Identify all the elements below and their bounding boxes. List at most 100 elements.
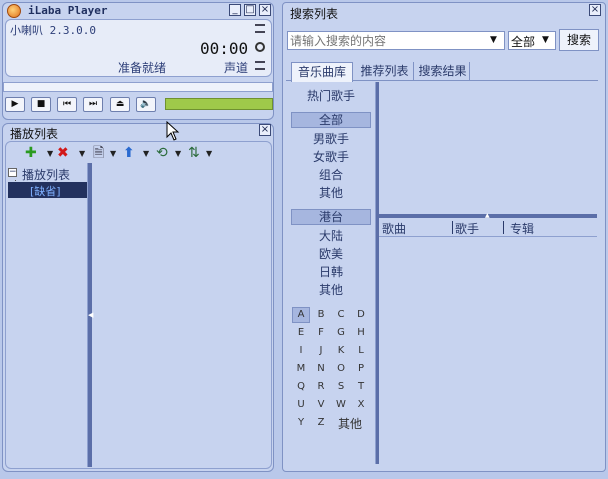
group2-header-label: 港台 xyxy=(318,210,343,224)
letter-p[interactable]: P xyxy=(354,363,368,374)
column-album[interactable]: 专辑 xyxy=(510,220,534,237)
letter-w[interactable]: W xyxy=(334,399,348,410)
search-small-icon[interactable] xyxy=(255,42,265,52)
search-input-field[interactable] xyxy=(288,32,484,49)
search-button-label: 搜索 xyxy=(566,33,591,47)
column-singer[interactable]: 歌手 xyxy=(455,220,479,237)
add-dropdown-icon[interactable]: ▼ xyxy=(47,149,53,158)
status-text: 准备就绪 xyxy=(118,61,167,75)
group1-header[interactable]: 全部 xyxy=(291,112,371,128)
previous-button[interactable]: ⏮ xyxy=(57,97,77,112)
sort-dropdown-icon[interactable]: ▼ xyxy=(206,149,212,158)
letter-d[interactable]: D xyxy=(354,309,368,320)
letter-v[interactable]: V xyxy=(314,399,328,410)
letter-o[interactable]: O xyxy=(334,363,348,374)
version-label: 小喇叭 2.3.0.0 xyxy=(10,24,96,37)
letter-h[interactable]: H xyxy=(354,327,368,338)
up-arrow-icon[interactable]: ⬆ xyxy=(123,145,135,161)
tab-recommended-label: 推荐列表 xyxy=(360,64,409,78)
letter-j[interactable]: J xyxy=(314,345,328,356)
search-input[interactable] xyxy=(287,31,505,50)
column-divider-2 xyxy=(503,221,504,234)
tab-search-results[interactable]: 搜索结果 xyxy=(416,62,470,81)
refresh-icon[interactable]: ⟲ xyxy=(156,145,168,161)
letter-n[interactable]: N xyxy=(314,363,328,374)
category-group[interactable]: 组合 xyxy=(290,166,372,183)
region-western[interactable]: 欧美 xyxy=(290,245,372,262)
column-divider-1 xyxy=(452,221,453,234)
volume-slider[interactable] xyxy=(165,98,273,110)
search-input-dropdown-icon[interactable]: ▼ xyxy=(490,35,497,45)
stop-button[interactable]: ■ xyxy=(31,97,51,112)
scope-select-value: 全部 xyxy=(511,35,536,49)
mouse-cursor-icon xyxy=(166,121,180,141)
search-close-button[interactable]: × xyxy=(589,4,601,16)
tree-child-label[interactable]: [缺省] xyxy=(30,183,61,199)
progress-bar[interactable] xyxy=(3,82,273,92)
letter-k[interactable]: K xyxy=(334,345,348,356)
splitter-arrow-icon[interactable]: ◀ xyxy=(88,311,93,319)
region-other[interactable]: 其他 xyxy=(290,281,372,298)
channel-label: 声道 xyxy=(224,61,249,75)
letter-z[interactable]: Z xyxy=(314,417,328,428)
menu-icon[interactable] xyxy=(255,24,265,33)
search-button[interactable]: 搜索 xyxy=(559,29,599,51)
playlist-close-button[interactable]: × xyxy=(259,124,271,136)
group2-header[interactable]: 港台 xyxy=(291,209,371,225)
column-song[interactable]: 歌曲 xyxy=(382,220,406,237)
letter-y[interactable]: Y xyxy=(294,417,308,428)
letter-e[interactable]: E xyxy=(294,327,308,338)
sort-icon[interactable]: ⇅ xyxy=(188,145,200,161)
volume-icon[interactable]: 🔈 xyxy=(136,97,156,112)
playlist-title: 播放列表 xyxy=(10,127,59,141)
letter-other[interactable]: 其他 xyxy=(338,415,362,432)
file-icon[interactable]: 🗎 xyxy=(93,145,104,161)
app-logo-icon xyxy=(7,4,21,18)
letter-i[interactable]: I xyxy=(294,345,308,356)
app-title: iLaba Player xyxy=(28,4,108,17)
results-header xyxy=(379,218,597,237)
singer-list-area xyxy=(379,82,597,215)
letter-t[interactable]: T xyxy=(354,381,368,392)
add-icon[interactable]: ✚ xyxy=(25,145,37,161)
category-other-1[interactable]: 其他 xyxy=(290,184,372,201)
scope-dropdown-icon[interactable]: ▼ xyxy=(542,35,549,45)
time-display: 00:00 xyxy=(200,39,249,58)
channel-menu-icon[interactable] xyxy=(255,61,265,70)
delete-dropdown-icon[interactable]: ▼ xyxy=(79,149,85,158)
tree-collapse-icon[interactable]: − xyxy=(8,168,17,177)
letter-a[interactable]: A xyxy=(294,309,308,320)
move-dropdown-icon[interactable]: ▼ xyxy=(143,149,149,158)
letter-s[interactable]: S xyxy=(334,381,348,392)
letter-f[interactable]: F xyxy=(314,327,328,338)
tab-search-results-label: 搜索结果 xyxy=(418,64,467,78)
tab-music-library[interactable]: 音乐曲库 xyxy=(291,62,353,82)
category-male[interactable]: 男歌手 xyxy=(290,130,372,147)
minimize-button[interactable]: _ xyxy=(229,4,241,16)
tree-root-label[interactable]: 播放列表 xyxy=(22,166,70,183)
letter-q[interactable]: Q xyxy=(294,381,308,392)
maximize-button[interactable]: □ xyxy=(244,4,256,16)
group1-header-label: 全部 xyxy=(318,113,343,127)
delete-icon[interactable]: ✖ xyxy=(57,145,69,161)
region-mainland[interactable]: 大陆 xyxy=(290,227,372,244)
letter-c[interactable]: C xyxy=(334,309,348,320)
region-japan-korea[interactable]: 日韩 xyxy=(290,263,372,280)
letter-m[interactable]: M xyxy=(294,363,308,374)
close-button[interactable]: × xyxy=(259,4,271,16)
tab-recommended[interactable]: 推荐列表 xyxy=(356,62,414,81)
letter-g[interactable]: G xyxy=(334,327,348,338)
eject-button[interactable]: ⏏ xyxy=(110,97,130,112)
hot-singers-label[interactable]: 热门歌手 xyxy=(290,87,372,104)
refresh-dropdown-icon[interactable]: ▼ xyxy=(175,149,181,158)
tab-music-library-label: 音乐曲库 xyxy=(297,65,346,79)
letter-u[interactable]: U xyxy=(294,399,308,410)
letter-l[interactable]: L xyxy=(354,345,368,356)
play-button[interactable]: ▶ xyxy=(5,97,25,112)
category-female[interactable]: 女歌手 xyxy=(290,148,372,165)
file-dropdown-icon[interactable]: ▼ xyxy=(110,149,116,158)
letter-b[interactable]: B xyxy=(314,309,328,320)
letter-r[interactable]: R xyxy=(314,381,328,392)
next-button[interactable]: ⏭ xyxy=(83,97,103,112)
letter-x[interactable]: X xyxy=(354,399,368,410)
